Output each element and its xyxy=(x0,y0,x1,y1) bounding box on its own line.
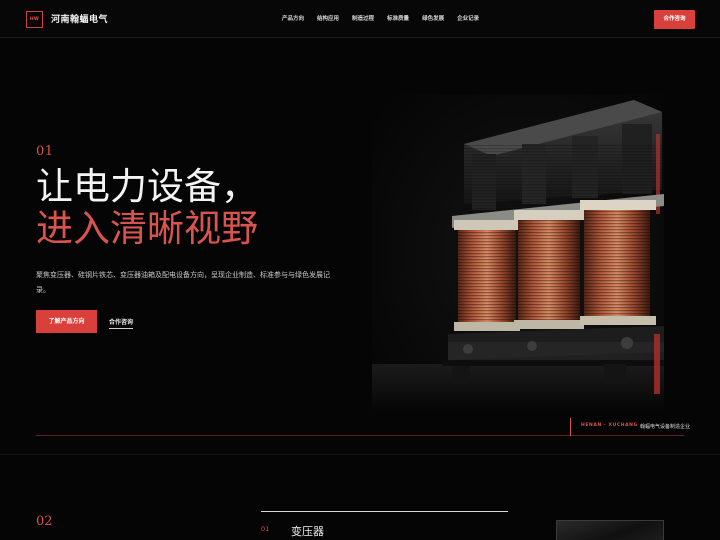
logo-mark[interactable]: HW xyxy=(26,11,43,28)
card-title[interactable]: 变压器 xyxy=(291,523,324,539)
learn-products-button[interactable]: 了解产品方向 xyxy=(36,310,97,333)
transformer-photo xyxy=(372,94,664,412)
nav-item-green[interactable]: 绿色发展 xyxy=(422,14,444,22)
nav-item-quality[interactable]: 标准质量 xyxy=(387,14,409,22)
caption-divider xyxy=(570,418,571,436)
hero-title-line2: 进入清晰视野 xyxy=(36,207,258,250)
section-separator xyxy=(0,454,720,455)
card-number: 01 xyxy=(261,525,270,533)
caption-location: HENAN · XUCHANG xyxy=(581,423,638,428)
hero-divider xyxy=(36,435,684,436)
hero-title-line1: 让电力设备， xyxy=(36,165,258,208)
main-nav: 产品方向 结构应用 制造过程 标准质量 绿色发展 企业记录 xyxy=(282,14,479,22)
nav-item-manufacturing[interactable]: 制造过程 xyxy=(352,14,374,22)
cooperation-link[interactable]: 合作咨询 xyxy=(109,317,134,329)
header-cta-button[interactable]: 合作咨询 xyxy=(654,10,695,29)
nav-item-structure[interactable]: 结构应用 xyxy=(317,14,339,22)
card-thumbnail[interactable] xyxy=(556,520,664,540)
hero-title: 让电力设备， 进入清晰视野 xyxy=(36,166,258,250)
site-header: HW 河南翰蝠电气 产品方向 结构应用 制造过程 标准质量 绿色发展 企业记录 … xyxy=(0,0,720,38)
nav-item-products[interactable]: 产品方向 xyxy=(282,14,304,22)
nav-item-records[interactable]: 企业记录 xyxy=(457,14,479,22)
hero-section-number: 01 xyxy=(36,144,54,159)
card-top-line xyxy=(261,511,508,512)
hero-description: 聚焦变压器、硅钢片铁芯、变压器油箱及配电设备方向，呈现企业制造、标准参与与绿色发… xyxy=(36,271,330,294)
caption-text: 翰蝠电气设备制造企业 xyxy=(640,424,691,430)
logo-text[interactable]: 河南翰蝠电气 xyxy=(51,12,108,25)
section2-number: 02 xyxy=(36,514,53,529)
